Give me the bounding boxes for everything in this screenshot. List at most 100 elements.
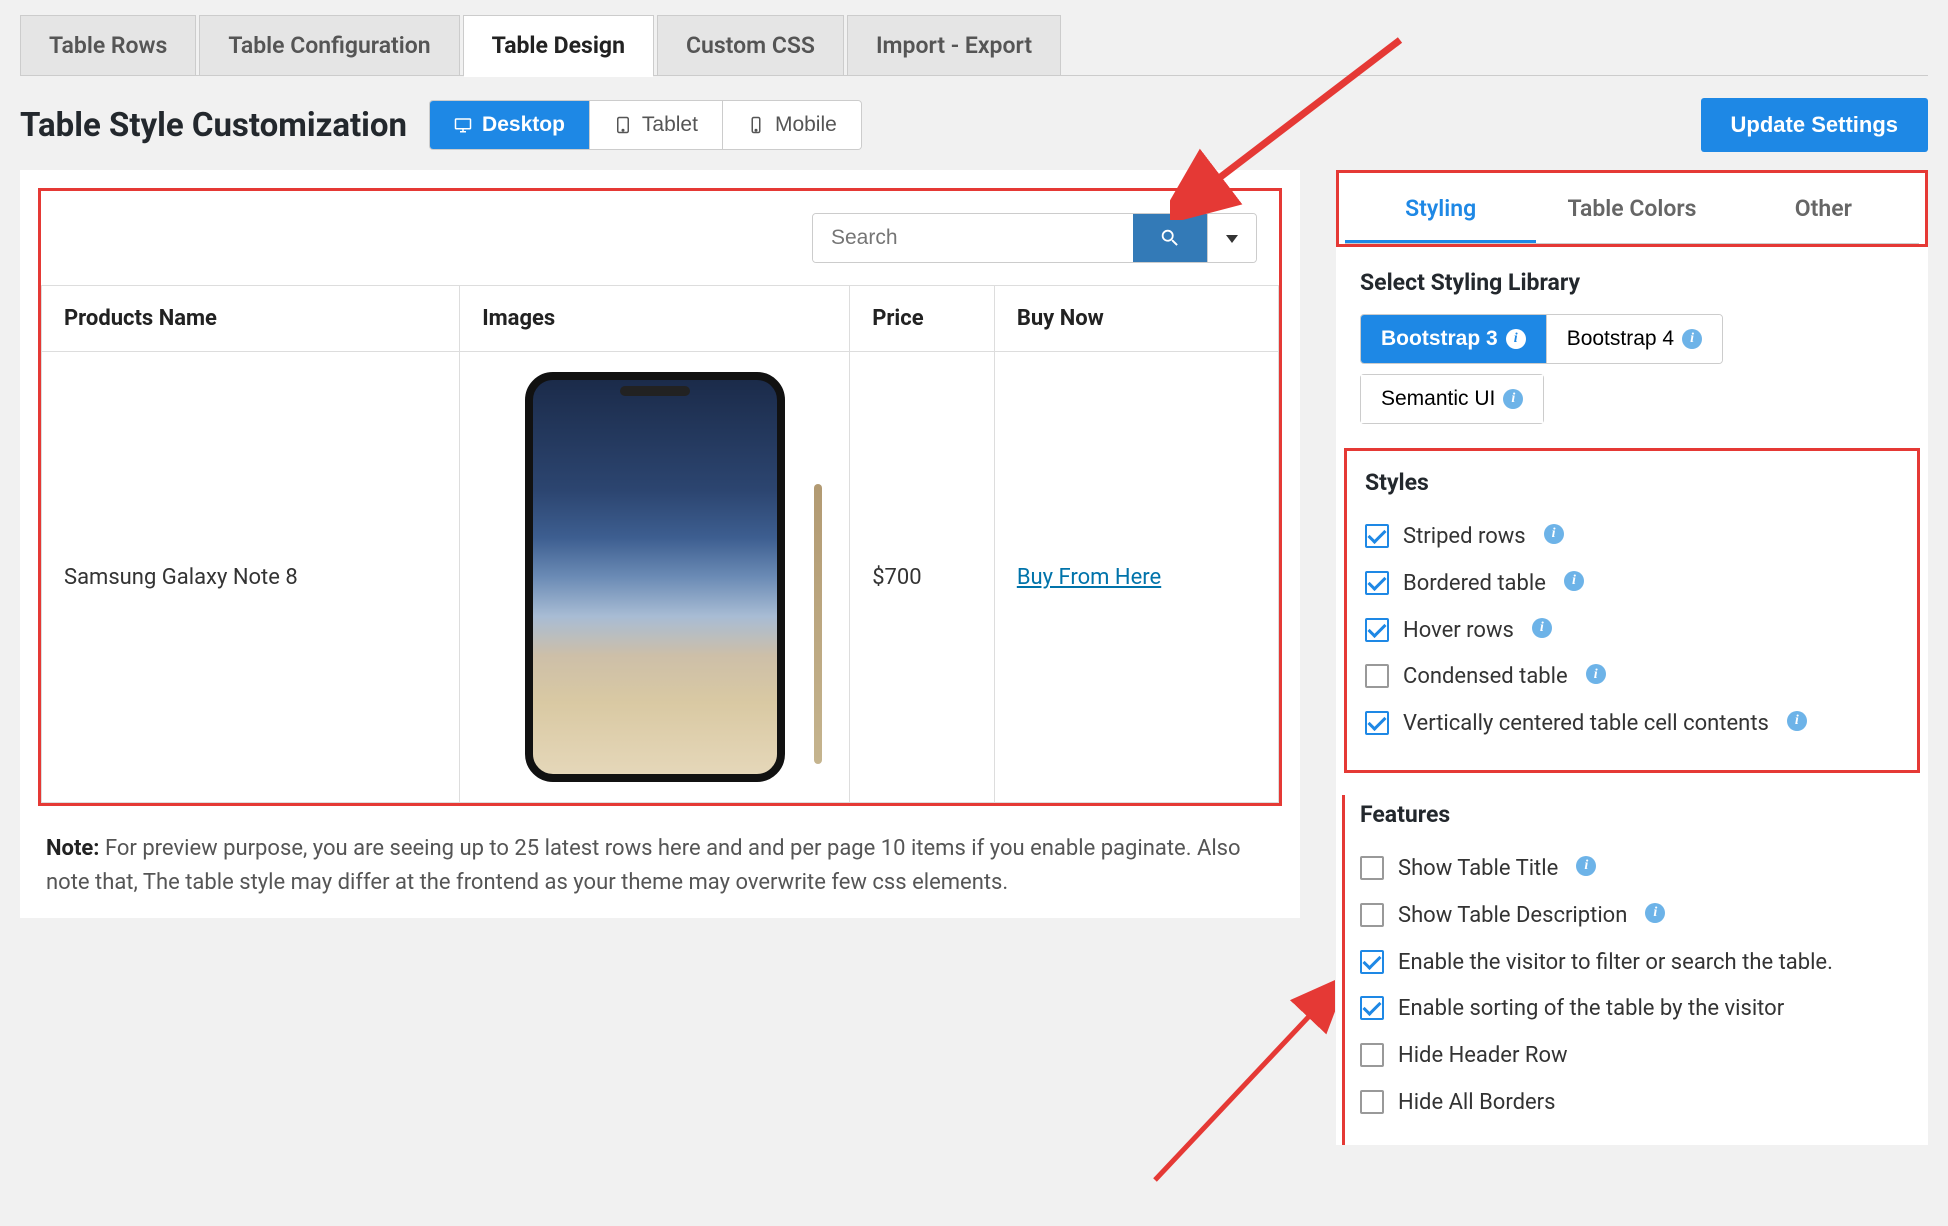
main-tabs: Table Rows Table Configuration Table Des…	[20, 15, 1928, 76]
feature-option-checkbox[interactable]	[1360, 856, 1384, 880]
library-section: Select Styling Library Bootstrap 3 i Boot…	[1336, 247, 1928, 442]
info-icon[interactable]: i	[1532, 618, 1552, 638]
device-mobile-label: Mobile	[775, 113, 837, 137]
lib-bootstrap4-label: Bootstrap 4	[1567, 327, 1674, 351]
side-tabs-box: Styling Table Colors Other	[1336, 170, 1928, 247]
search-group	[812, 213, 1257, 263]
feature-option-checkbox[interactable]	[1360, 950, 1384, 974]
preview-box: Products Name Images Price Buy Now Samsu…	[38, 188, 1282, 806]
device-desktop-label: Desktop	[482, 113, 565, 137]
feature-option-row: Hide All Borders	[1360, 1080, 1904, 1127]
info-icon[interactable]: i	[1787, 711, 1807, 731]
feature-option-row: Show Table Description i	[1360, 893, 1904, 940]
style-option-checkbox[interactable]	[1365, 664, 1389, 688]
search-button[interactable]	[1133, 214, 1207, 262]
feature-option-checkbox[interactable]	[1360, 996, 1384, 1020]
style-option-checkbox[interactable]	[1365, 711, 1389, 735]
tab-custom-css[interactable]: Custom CSS	[657, 15, 844, 75]
info-icon[interactable]: i	[1586, 664, 1606, 684]
cell-image	[460, 352, 850, 803]
info-icon[interactable]: i	[1506, 329, 1526, 349]
note-body: For preview purpose, you are seeing up t…	[46, 836, 1241, 895]
features-title: Features	[1360, 801, 1904, 828]
feature-option-label: Show Table Description	[1398, 901, 1627, 932]
style-option-label: Condensed table	[1403, 662, 1568, 693]
feature-option-checkbox[interactable]	[1360, 1043, 1384, 1067]
side-tab-table-colors[interactable]: Table Colors	[1536, 177, 1727, 243]
cell-product-name: Samsung Galaxy Note 8	[42, 352, 460, 803]
style-option-label: Hover rows	[1403, 616, 1514, 647]
style-option-row: Hover rows i	[1365, 608, 1899, 655]
info-icon[interactable]: i	[1544, 524, 1564, 544]
lib-bootstrap3-button[interactable]: Bootstrap 3 i	[1361, 315, 1547, 363]
lib-bootstrap3-label: Bootstrap 3	[1381, 327, 1498, 351]
info-icon[interactable]: i	[1564, 571, 1584, 591]
style-option-row: Bordered table i	[1365, 561, 1899, 608]
style-option-row: Vertically centered table cell contents i	[1365, 701, 1899, 748]
style-option-label: Bordered table	[1403, 569, 1546, 600]
device-desktop-button[interactable]: Desktop	[430, 101, 590, 149]
library-row1: Bootstrap 3 i Bootstrap 4 i	[1360, 314, 1723, 364]
side-tab-styling[interactable]: Styling	[1345, 177, 1536, 243]
device-tablet-button[interactable]: Tablet	[590, 101, 723, 149]
update-settings-button[interactable]: Update Settings	[1701, 98, 1928, 152]
tab-table-rows[interactable]: Table Rows	[20, 15, 196, 75]
side-tab-other[interactable]: Other	[1728, 177, 1919, 243]
feature-option-label: Hide All Borders	[1398, 1088, 1555, 1119]
feature-option-checkbox[interactable]	[1360, 903, 1384, 927]
tablet-icon	[614, 116, 632, 134]
feature-option-row: Enable the visitor to filter or search t…	[1360, 940, 1904, 987]
preview-search-row	[41, 191, 1279, 285]
library-row2: Semantic UIi	[1360, 374, 1544, 424]
style-option-checkbox[interactable]	[1365, 618, 1389, 642]
side-tabs: Styling Table Colors Other	[1345, 177, 1919, 244]
library-title: Select Styling Library	[1360, 269, 1904, 296]
chevron-down-icon	[1226, 235, 1238, 243]
style-option-checkbox[interactable]	[1365, 571, 1389, 595]
search-input[interactable]	[813, 214, 1133, 262]
th-products-name[interactable]: Products Name	[42, 286, 460, 352]
th-price[interactable]: Price	[850, 286, 995, 352]
feature-option-label: Hide Header Row	[1398, 1041, 1568, 1072]
preview-panel: Products Name Images Price Buy Now Samsu…	[20, 170, 1300, 918]
style-option-label: Vertically centered table cell contents	[1403, 709, 1769, 740]
style-option-row: Striped rowsi	[1365, 514, 1899, 561]
feature-option-label: Enable the visitor to filter or search t…	[1398, 948, 1833, 979]
device-tablet-label: Tablet	[642, 113, 698, 137]
device-mobile-button[interactable]: Mobile	[723, 101, 861, 149]
settings-sidebar: Styling Table Colors Other Select Stylin…	[1336, 170, 1928, 1145]
style-option-checkbox[interactable]	[1365, 524, 1389, 548]
page-title: Table Style Customization	[20, 106, 407, 145]
lib-bootstrap4-button[interactable]: Bootstrap 4 i	[1547, 315, 1722, 363]
th-buy-now[interactable]: Buy Now	[994, 286, 1278, 352]
search-dropdown-button[interactable]	[1207, 214, 1256, 262]
table-row: Samsung Galaxy Note 8 $700 Buy From Here	[42, 352, 1279, 803]
feature-option-row: Show Table Title i	[1360, 846, 1904, 893]
info-icon[interactable]: i	[1682, 329, 1702, 349]
mobile-icon	[747, 116, 765, 134]
tab-table-design[interactable]: Table Design	[463, 15, 654, 75]
buy-link[interactable]: Buy From Here	[1017, 565, 1161, 590]
styles-section: Styles Striped rowsiBordered tableiHover…	[1344, 448, 1920, 773]
preview-note: Note: For preview purpose, you are seein…	[38, 806, 1282, 900]
tab-import-export[interactable]: Import - Export	[847, 15, 1061, 75]
note-label: Note:	[46, 836, 99, 861]
device-toggle-group: Desktop Tablet Mobile	[429, 100, 862, 150]
table-header-row: Products Name Images Price Buy Now	[42, 286, 1279, 352]
style-option-row: Condensed table i	[1365, 654, 1899, 701]
info-icon[interactable]: i	[1576, 856, 1596, 876]
features-section: Features Show Table TitleiShow Table Des…	[1336, 783, 1928, 1145]
info-icon[interactable]: i	[1503, 389, 1523, 409]
feature-option-label: Show Table Title	[1398, 854, 1558, 885]
stylus-icon	[814, 484, 822, 764]
feature-option-row: Enable sorting of the table by the visit…	[1360, 986, 1904, 1033]
tab-table-configuration[interactable]: Table Configuration	[199, 15, 459, 75]
cell-buy: Buy From Here	[994, 352, 1278, 803]
feature-option-label: Enable sorting of the table by the visit…	[1398, 994, 1784, 1025]
styles-title: Styles	[1365, 469, 1899, 496]
feature-option-checkbox[interactable]	[1360, 1090, 1384, 1114]
info-icon[interactable]: i	[1645, 903, 1665, 923]
lib-semanticui-button[interactable]: Semantic UIi	[1361, 375, 1543, 423]
th-images[interactable]: Images	[460, 286, 850, 352]
header-row: Table Style Customization Desktop Tablet…	[20, 76, 1928, 170]
